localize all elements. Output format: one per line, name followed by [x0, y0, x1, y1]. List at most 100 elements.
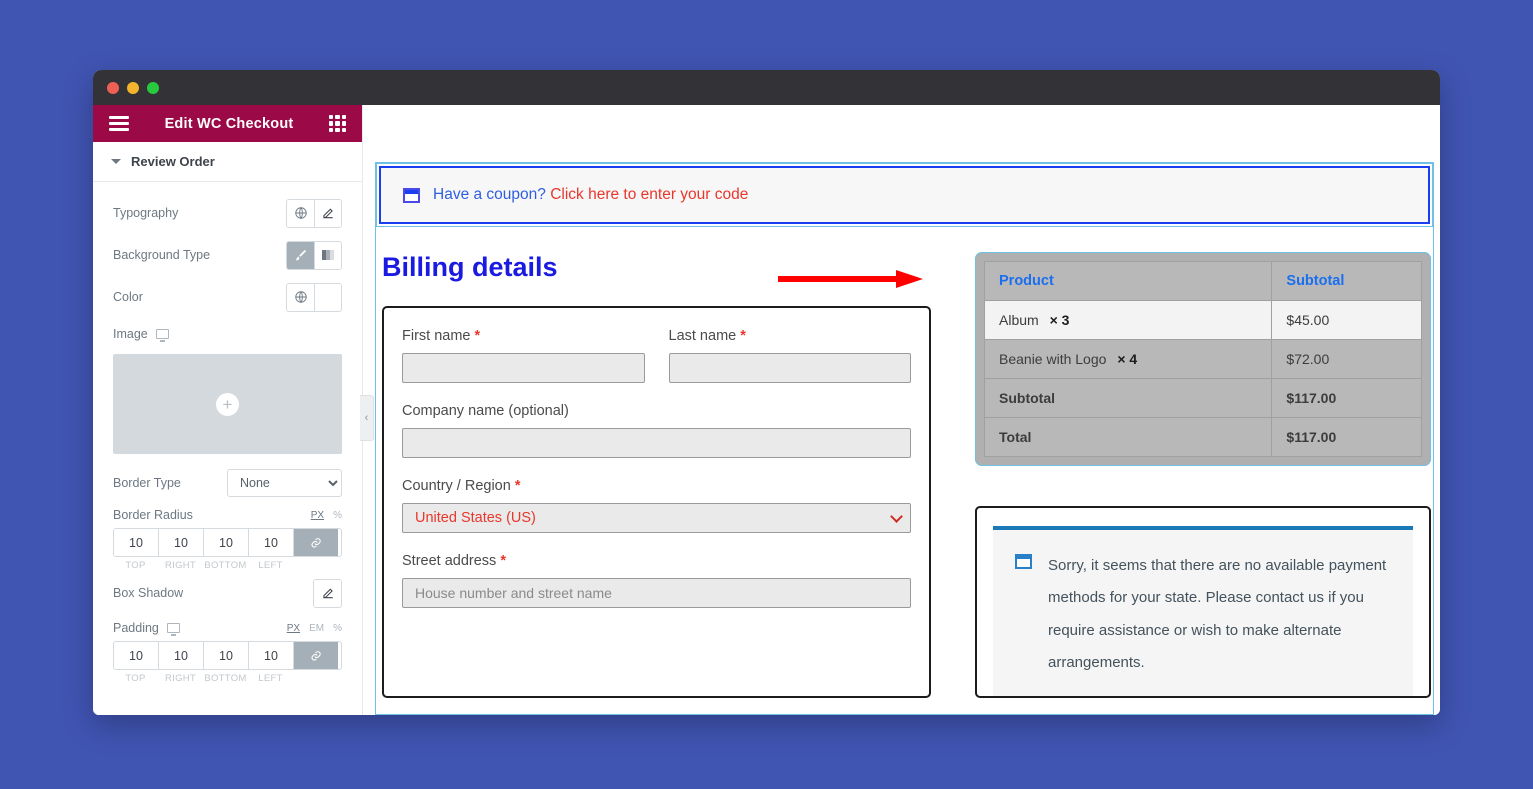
section-label: Review Order	[131, 154, 215, 169]
control-color-label: Color	[113, 290, 143, 304]
payment-methods-box: Sorry, it seems that there are no availa…	[975, 506, 1431, 698]
border-radius-top-input[interactable]: 10	[114, 529, 159, 556]
unit-em[interactable]: EM	[309, 623, 324, 634]
label-bottom: BOTTOM	[204, 673, 247, 684]
section-review-order[interactable]: Review Order	[93, 142, 362, 182]
control-background-type: Background Type	[113, 234, 342, 276]
order-review: Product Subtotal Album × 3 $45.00 Beanie…	[975, 252, 1431, 466]
padding-right-input[interactable]: 10	[159, 642, 204, 669]
company-input[interactable]	[402, 428, 911, 458]
table-row: Album × 3 $45.00	[983, 300, 1422, 340]
control-border-radius-label: Border Radius	[113, 508, 193, 522]
unit-px[interactable]: PX	[311, 510, 324, 521]
control-image: Image	[113, 318, 342, 350]
unit-px[interactable]: PX	[287, 623, 300, 634]
maximize-window-button[interactable]	[147, 81, 159, 94]
label-top: TOP	[125, 673, 146, 684]
control-typography: Typography	[113, 192, 342, 234]
first-name-group: First name *	[402, 328, 645, 383]
typography-buttons	[286, 198, 342, 228]
last-name-label: Last name *	[668, 328, 746, 344]
monitor-icon[interactable]	[155, 329, 169, 342]
padding-top-input[interactable]: 10	[114, 642, 159, 669]
street-group: Street address *	[402, 553, 911, 608]
window-body: Edit WC Checkout Review Order Typography	[93, 105, 1440, 715]
browser-window: Edit WC Checkout Review Order Typography	[93, 70, 1440, 715]
country-select[interactable]: United States (US)	[402, 503, 911, 533]
unit-percent[interactable]: %	[333, 623, 342, 634]
pencil-icon[interactable]	[314, 199, 341, 227]
padding-units: PX EM %	[287, 623, 342, 634]
last-name-input[interactable]	[668, 353, 911, 383]
coupon-notice[interactable]: Have a coupon? Click here to enter your …	[376, 163, 1433, 227]
unit-percent[interactable]: %	[333, 510, 342, 521]
minimize-window-button[interactable]	[127, 81, 139, 94]
control-image-label: Image	[113, 327, 169, 342]
close-window-button[interactable]	[107, 81, 119, 94]
globe-icon[interactable]	[287, 199, 314, 227]
control-typography-label: Typography	[113, 206, 179, 220]
box-shadow-buttons	[313, 578, 342, 608]
subtotal-cell: $45.00	[1271, 300, 1422, 340]
last-name-group: Last name *	[668, 328, 911, 383]
company-label: Company name (optional)	[402, 403, 569, 419]
caret-down-icon	[111, 159, 121, 164]
label-right: RIGHT	[164, 560, 197, 571]
name-fields-row: First name * Last name *	[402, 328, 911, 383]
control-color: Color	[113, 276, 342, 318]
street-address-input[interactable]	[402, 578, 911, 608]
elementor-editor-panel: Edit WC Checkout Review Order Typography	[93, 105, 374, 715]
col-subtotal: Subtotal	[1271, 261, 1422, 301]
border-radius-right-input[interactable]: 10	[159, 529, 204, 556]
total-value: $117.00	[1271, 417, 1422, 457]
company-group: Company name (optional)	[402, 403, 911, 458]
paint-brush-icon[interactable]	[287, 241, 314, 269]
padding-side-labels: TOP RIGHT BOTTOM LEFT	[113, 673, 342, 684]
order-column: Product Subtotal Album × 3 $45.00 Beanie…	[931, 252, 1433, 698]
control-padding: Padding PX EM % 10 10 10 10 TOP RIGHT BO…	[113, 621, 342, 684]
label-right: RIGHT	[164, 673, 197, 684]
padding-left-input[interactable]: 10	[249, 642, 294, 669]
first-name-input[interactable]	[402, 353, 645, 383]
col-product: Product	[983, 261, 1273, 301]
border-radius-side-labels: TOP RIGHT BOTTOM LEFT	[113, 560, 342, 571]
product-name: Album	[999, 312, 1039, 328]
label-left: LEFT	[258, 560, 283, 571]
color-buttons	[286, 282, 342, 312]
border-radius-left-input[interactable]: 10	[249, 529, 294, 556]
coupon-link[interactable]: Click here to enter your code	[550, 186, 748, 203]
grid-apps-icon[interactable]	[329, 115, 346, 132]
control-border-radius: Border Radius PX % 10 10 10 10 TOP RIGHT…	[113, 508, 342, 571]
hamburger-menu-icon[interactable]	[109, 116, 129, 131]
control-border-type: Border Type None	[113, 466, 342, 500]
globe-icon[interactable]	[287, 283, 314, 311]
product-cell: Beanie with Logo × 4	[983, 339, 1273, 379]
subtotal-label: Subtotal	[983, 378, 1273, 418]
padding-bottom-input[interactable]: 10	[204, 642, 249, 669]
street-label: Street address *	[402, 553, 506, 569]
gradient-icon[interactable]	[314, 241, 341, 269]
control-box-shadow-label: Box Shadow	[113, 586, 184, 600]
total-row: Total $117.00	[983, 417, 1422, 457]
link-icon[interactable]	[294, 529, 338, 556]
border-type-select[interactable]: None	[227, 469, 342, 497]
info-note-icon	[1015, 554, 1032, 569]
padding-inputs: 10 10 10 10	[113, 641, 342, 670]
panel-collapse-handle[interactable]: ‹	[360, 395, 374, 441]
panel-header: Edit WC Checkout	[93, 105, 362, 142]
billing-column: Billing details First name * Last name *…	[376, 252, 931, 698]
country-group: Country / Region * United States (US)	[402, 478, 911, 533]
product-qty: × 4	[1117, 351, 1138, 367]
pencil-icon[interactable]	[314, 579, 341, 607]
checkout-columns: Billing details First name * Last name *…	[376, 252, 1433, 698]
background-type-buttons	[286, 240, 342, 270]
control-padding-label: Padding	[113, 621, 180, 636]
link-icon[interactable]	[294, 642, 338, 669]
order-table-head: Product Subtotal	[983, 261, 1422, 301]
image-upload-area[interactable]: +	[113, 354, 342, 454]
billing-form: First name * Last name * Company name (o…	[382, 306, 931, 698]
border-radius-bottom-input[interactable]: 10	[204, 529, 249, 556]
preview-canvas: Have a coupon? Click here to enter your …	[363, 105, 1440, 715]
color-swatch[interactable]	[314, 283, 341, 311]
monitor-icon[interactable]	[166, 623, 180, 636]
